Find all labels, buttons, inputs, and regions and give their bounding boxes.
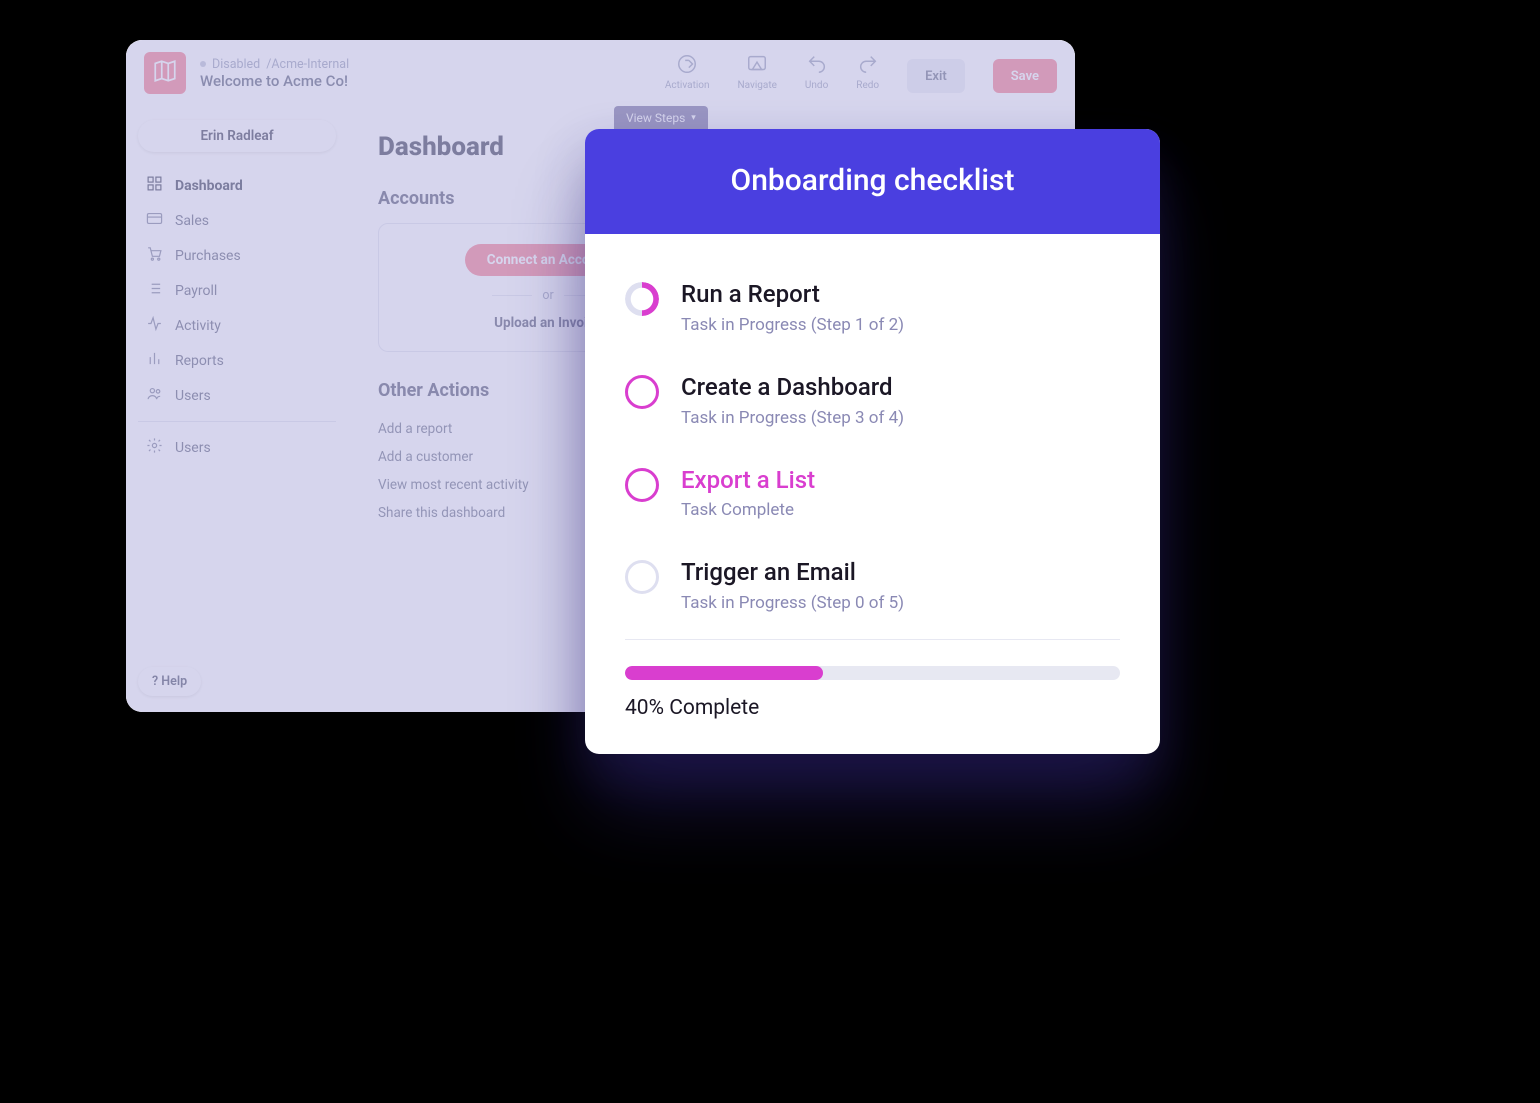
sidebar-item-label: Reports (175, 353, 224, 369)
grid-icon (146, 175, 163, 196)
sidebar-item-users[interactable]: Users (138, 378, 336, 413)
sidebar-item-activity[interactable]: Activity (138, 308, 336, 343)
activity-icon (146, 315, 163, 336)
checklist-task[interactable]: Run a Report Task in Progress (Step 1 of… (625, 264, 1120, 357)
tool-redo[interactable]: Redo (856, 53, 879, 91)
onboarding-checklist-card: Onboarding checklist Run a Report Task i… (585, 129, 1160, 754)
map-icon (152, 58, 178, 88)
undo-icon (806, 53, 828, 78)
sidebar: Erin Radleaf Dashboard Sales Purchases P… (126, 106, 348, 712)
sidebar-item-label: Payroll (175, 283, 217, 299)
task-subtitle: Task in Progress (Step 0 of 5) (681, 593, 904, 613)
save-button[interactable]: Save (993, 59, 1057, 93)
page-title: Welcome to Acme Co! (200, 72, 349, 90)
sidebar-item-dashboard[interactable]: Dashboard (138, 168, 336, 203)
sidebar-item-label: Sales (175, 213, 209, 229)
users-icon (146, 385, 163, 406)
sidebar-item-purchases[interactable]: Purchases (138, 238, 336, 273)
progress-label: 40% Complete (625, 696, 1120, 720)
status-label: Disabled (212, 57, 260, 72)
progress-ring-icon (625, 375, 659, 409)
task-subtitle: Task in Progress (Step 3 of 4) (681, 408, 904, 428)
list-icon (146, 280, 163, 301)
app-logo[interactable] (144, 52, 186, 94)
help-button[interactable]: ? Help (138, 667, 201, 696)
sidebar-item-reports[interactable]: Reports (138, 343, 336, 378)
tool-activation[interactable]: Activation (665, 53, 710, 91)
status-dot-icon (200, 61, 206, 67)
view-steps-label: View Steps (626, 111, 685, 125)
crumb-path: /Acme-Internal (266, 57, 349, 72)
checklist-task[interactable]: Create a Dashboard Task in Progress (Ste… (625, 357, 1120, 450)
divider (625, 639, 1120, 640)
tool-label: Undo (805, 80, 828, 91)
progress-bar (625, 666, 1120, 680)
activation-icon (676, 53, 698, 78)
sidebar-item-label: Users (175, 388, 211, 404)
exit-button[interactable]: Exit (907, 59, 965, 93)
progress-ring-icon (625, 560, 659, 594)
divider (138, 421, 336, 422)
redo-icon (857, 53, 879, 78)
chevron-down-icon: ▾ (691, 113, 696, 123)
task-title: Export a List (681, 466, 815, 495)
task-subtitle: Task in Progress (Step 1 of 2) (681, 315, 904, 335)
card-icon (146, 210, 163, 231)
bar-chart-icon (146, 350, 163, 371)
sidebar-item-settings[interactable]: Users (138, 430, 336, 465)
tool-navigate[interactable]: Navigate (738, 53, 777, 91)
sidebar-item-payroll[interactable]: Payroll (138, 273, 336, 308)
progress-ring-icon (625, 282, 659, 316)
progress-section: 40% Complete (585, 666, 1160, 754)
view-steps-tab[interactable]: View Steps ▾ (614, 106, 708, 130)
sidebar-item-label: Users (175, 440, 211, 456)
task-title: Create a Dashboard (681, 373, 904, 402)
gear-icon (146, 437, 163, 458)
task-title: Trigger an Email (681, 558, 904, 587)
tool-label: Redo (856, 80, 879, 91)
checklist-task[interactable]: Trigger an Email Task in Progress (Step … (625, 542, 1120, 635)
cart-icon (146, 245, 163, 266)
user-pill[interactable]: Erin Radleaf (138, 120, 336, 152)
tool-label: Activation (665, 80, 710, 91)
sidebar-item-label: Activity (175, 318, 221, 334)
progress-fill (625, 666, 823, 680)
sidebar-item-label: Purchases (175, 248, 241, 264)
tool-undo[interactable]: Undo (805, 53, 828, 91)
task-title: Run a Report (681, 280, 904, 309)
checklist-task[interactable]: Export a List Task Complete (625, 450, 1120, 543)
editor-toolbar: Disabled /Acme-Internal Welcome to Acme … (126, 40, 1075, 106)
task-subtitle: Task Complete (681, 500, 815, 520)
breadcrumb: Disabled /Acme-Internal Welcome to Acme … (200, 57, 349, 90)
sidebar-item-sales[interactable]: Sales (138, 203, 336, 238)
progress-ring-icon (625, 468, 659, 502)
checklist-title: Onboarding checklist (585, 129, 1160, 234)
sidebar-item-label: Dashboard (175, 178, 243, 194)
tool-label: Navigate (738, 80, 777, 91)
navigate-icon (746, 53, 768, 78)
